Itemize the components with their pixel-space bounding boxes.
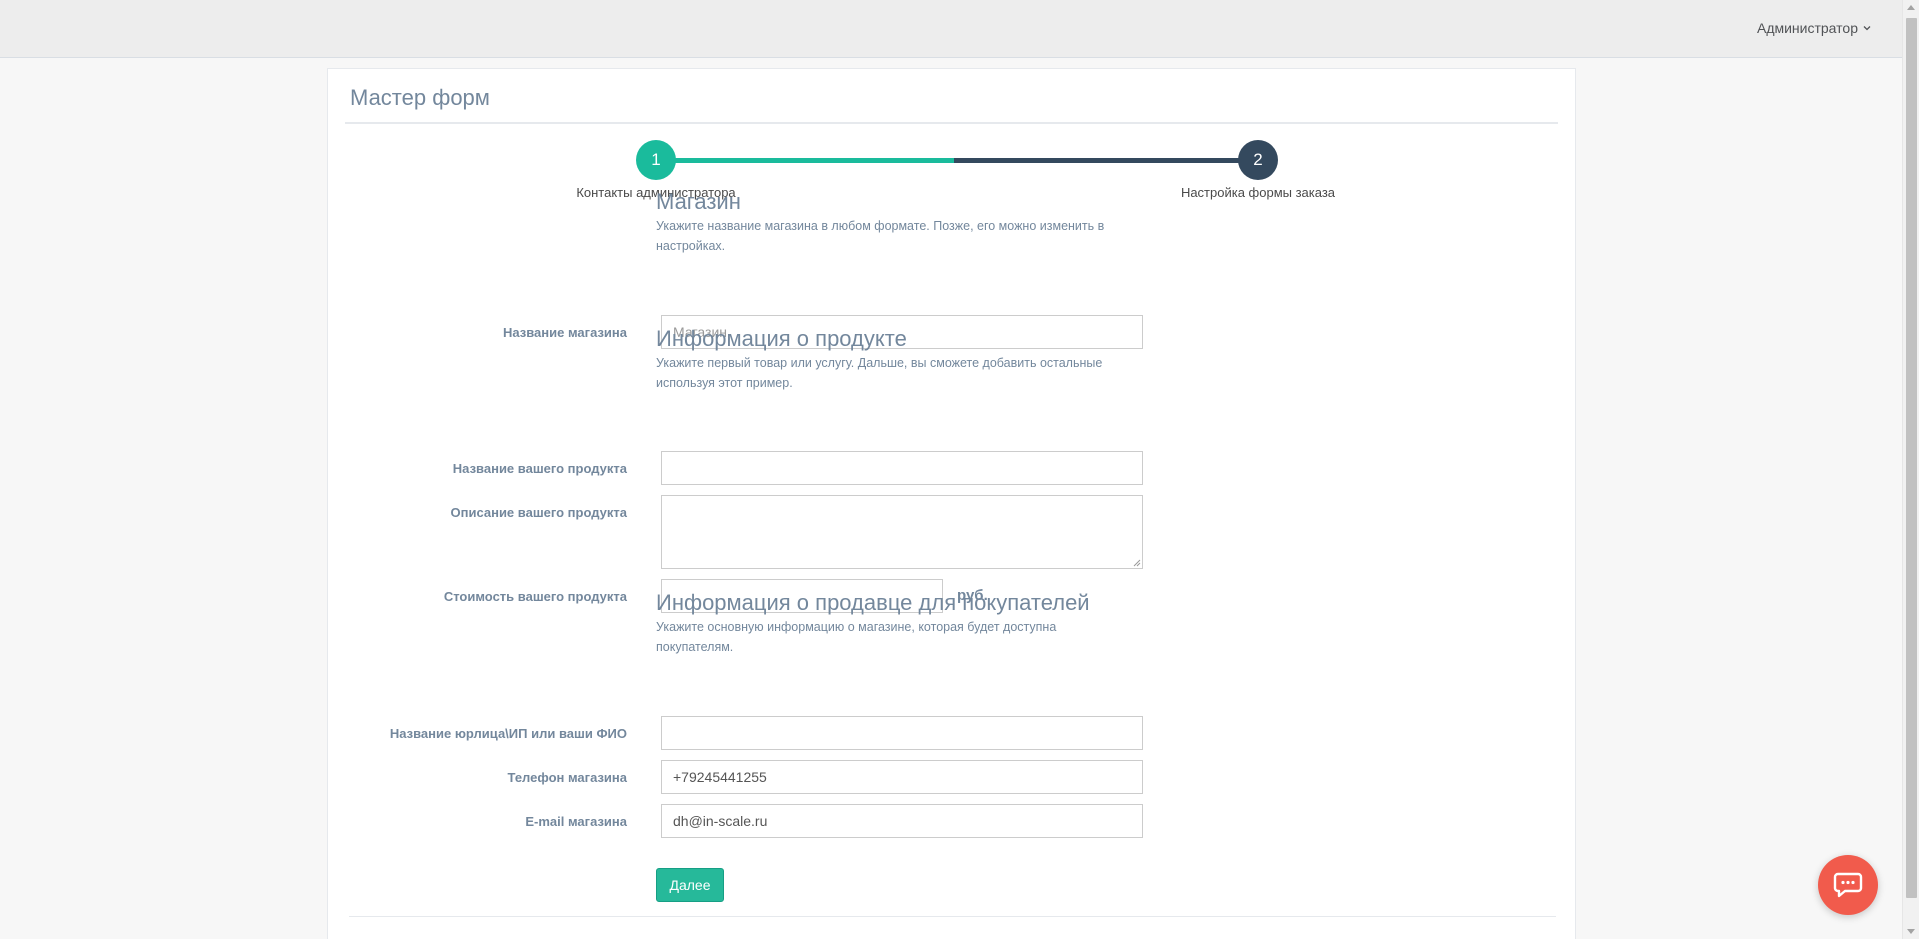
wizard-progress-remaining	[954, 158, 1248, 163]
scrollbar-thumb[interactable]	[1906, 18, 1917, 898]
scroll-down-arrow-icon[interactable]	[1907, 929, 1915, 934]
store-help-line-2: настройках.	[656, 239, 726, 253]
wizard-step-1[interactable]: 1	[636, 140, 676, 180]
seller-section-help: Укажите основную информацию о магазине, …	[656, 617, 1156, 657]
seller-section-heading: Информация о продавце для покупателей	[656, 590, 1090, 615]
phone-input[interactable]	[661, 760, 1143, 794]
form-wizard-panel: Мастер форм 1 2 Контакты администратора …	[327, 68, 1576, 939]
store-section-help: Укажите название магазина в любом формат…	[656, 216, 1156, 256]
email-label: E-mail магазина	[525, 814, 627, 829]
next-button[interactable]: Далее	[656, 868, 724, 902]
user-menu-dropdown[interactable]: Администратор	[1757, 20, 1872, 36]
user-menu-label: Администратор	[1756, 20, 1858, 36]
product-description-textarea[interactable]	[661, 495, 1143, 569]
legal-name-input[interactable]	[661, 716, 1143, 750]
scroll-up-arrow-icon[interactable]	[1907, 5, 1915, 10]
product-help-line-1: Укажите первый товар или услугу. Дальше,…	[656, 356, 1103, 370]
phone-label: Телефон магазина	[507, 770, 627, 785]
page-title: Мастер форм	[350, 85, 490, 110]
email-input[interactable]	[661, 804, 1143, 838]
chat-widget-button[interactable]	[1818, 855, 1878, 915]
chat-bubble-icon	[1833, 872, 1863, 898]
seller-help-line-2: покупателям.	[656, 640, 734, 654]
product-name-label: Название вашего продукта	[452, 461, 627, 476]
wizard-step-2[interactable]: 2	[1238, 140, 1278, 180]
product-section-heading: Информация о продукте	[656, 326, 907, 351]
top-navbar: Администратор	[0, 0, 1902, 58]
seller-help-line-1: Укажите основную информацию о магазине, …	[656, 620, 1057, 634]
title-divider	[345, 122, 1558, 124]
store-section-heading: Магазин	[656, 189, 741, 214]
wizard-progress-completed	[660, 158, 954, 163]
chevron-down-icon	[1862, 20, 1872, 36]
footer-divider	[349, 916, 1556, 917]
product-section-help: Укажите первый товар или услугу. Дальше,…	[656, 353, 1156, 393]
wizard-step-2-label[interactable]: Настройка формы заказа	[1158, 185, 1358, 200]
product-description-label: Описание вашего продукта	[450, 505, 627, 520]
product-name-input[interactable]	[661, 451, 1143, 485]
product-price-label: Стоимость вашего продукта	[443, 589, 627, 604]
vertical-scrollbar[interactable]	[1902, 0, 1919, 939]
product-help-line-2: используя этот пример.	[656, 376, 793, 390]
store-name-label: Название магазина	[503, 325, 627, 340]
store-help-line-1: Укажите название магазина в любом формат…	[656, 219, 1105, 233]
legal-name-label: Название юрлица\ИП или ваши ФИО	[389, 726, 627, 741]
